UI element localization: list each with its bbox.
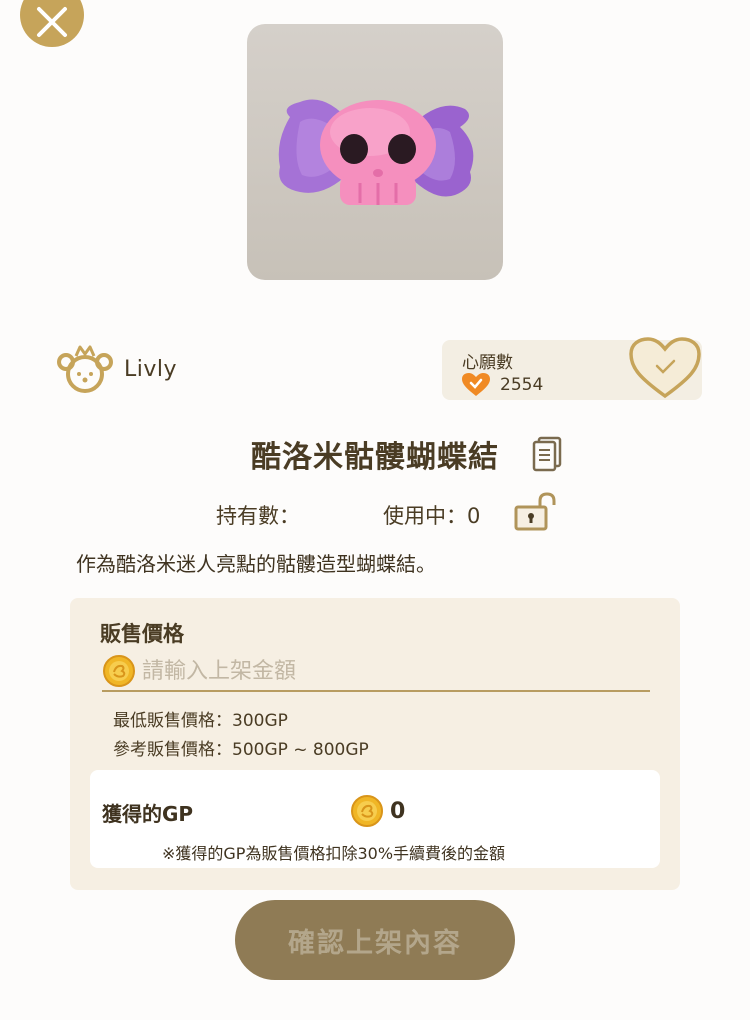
in-use-label: 使用中：0 xyxy=(383,504,481,528)
earned-gp-box: 獲得的GP 0 ※獲得的GP為販售價格扣除30%手續費後的金額 xyxy=(90,770,660,868)
heart-check-icon xyxy=(462,373,490,396)
min-price-text: 最低販售價格：300GP xyxy=(113,711,288,731)
item-title: 酷洛米骷髏蝴蝶結 xyxy=(251,440,499,475)
sell-panel: 販售價格 最低販售價格：300GP 參考販售價格：500GP ~ 800GP 獲… xyxy=(70,598,680,890)
close-icon xyxy=(37,7,67,37)
wishlist-label: 心願數 xyxy=(462,353,513,373)
item-description: 作為酷洛米迷人亮點的骷髏造型蝴蝶結。 xyxy=(76,552,436,576)
wishlist-card: 心願數 2554 xyxy=(442,337,702,400)
livly-logo-icon xyxy=(57,345,113,393)
close-button[interactable] xyxy=(20,0,84,47)
lock-toggle-button[interactable] xyxy=(512,492,558,536)
fee-note: ※獲得的GP為販售價格扣除30%手續費後的金額 xyxy=(162,844,506,863)
item-image-frame xyxy=(247,24,503,280)
owned-count-label: 持有數： xyxy=(216,504,300,528)
reference-price-text: 參考販售價格：500GP ~ 800GP xyxy=(113,740,369,760)
wishlist-count-row: 2554 xyxy=(462,373,543,397)
sell-price-title: 販售價格 xyxy=(100,622,184,646)
brand: Livly xyxy=(56,344,177,394)
heart-outline-icon xyxy=(629,337,701,399)
wishlist-count: 2554 xyxy=(500,375,544,395)
earned-gp-value-row: 0 xyxy=(350,794,405,828)
price-input-row xyxy=(102,652,650,692)
brand-name: Livly xyxy=(124,356,178,382)
confirm-listing-button[interactable]: 確認上架內容 xyxy=(235,900,515,980)
copy-button[interactable] xyxy=(532,436,562,476)
confirm-button-label: 確認上架內容 xyxy=(288,927,462,959)
item-title-row: 酷洛米骷髏蝴蝶結 xyxy=(0,432,750,476)
copy-icon xyxy=(532,436,562,472)
price-input[interactable] xyxy=(142,658,622,684)
earned-gp-label: 獲得的GP xyxy=(102,802,194,826)
gp-coin-icon xyxy=(103,655,135,687)
unlock-icon xyxy=(514,492,556,531)
earned-gp-value: 0 xyxy=(390,798,406,824)
add-to-wishlist-button[interactable] xyxy=(628,336,702,404)
skull-bow-icon xyxy=(278,99,474,205)
gp-coin-icon xyxy=(351,795,383,827)
